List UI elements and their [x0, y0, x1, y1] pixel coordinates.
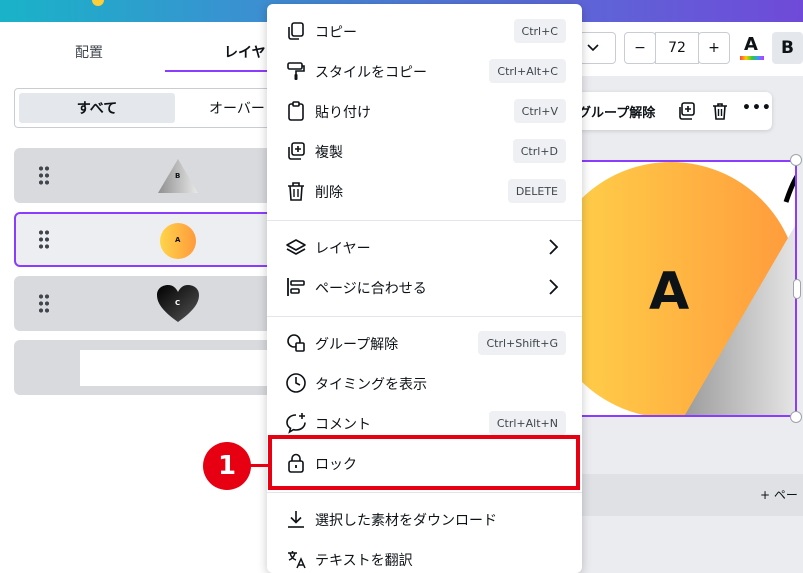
font-size-decrease-button[interactable]: −: [624, 32, 656, 64]
copy-icon: [288, 22, 304, 40]
translate-icon: [288, 551, 306, 569]
chevron-right-icon: [549, 239, 559, 255]
font-size-increase-button[interactable]: +: [698, 32, 730, 64]
menu-item-label: ページに合わせる: [315, 281, 427, 297]
ungroup-button[interactable]: グループ解除: [578, 102, 655, 121]
comment-icon: [286, 413, 306, 434]
filter-all-button[interactable]: すべて: [19, 93, 175, 123]
menu-item-label: 削除: [315, 185, 343, 201]
clock-icon: [286, 373, 306, 393]
shortcut-badge: Ctrl+Shift+G: [478, 331, 566, 355]
shortcut-badge: Ctrl+D: [512, 139, 566, 163]
menu-item-label: グループ解除: [315, 337, 399, 353]
callout-number-badge: 1: [203, 442, 251, 490]
trash-icon: [288, 182, 304, 201]
layer-item-circle[interactable]: A: [14, 212, 282, 267]
resize-handle-side[interactable]: [793, 279, 801, 299]
menu-item-label: 選択した素材をダウンロード: [315, 513, 497, 529]
layer-item-rectangle[interactable]: [14, 340, 282, 395]
clipboard-icon: [288, 101, 304, 121]
menu-item-label: 複製: [315, 145, 343, 161]
element-toolbar: グループ解除 •••: [572, 92, 772, 130]
drag-handle-icon[interactable]: [38, 165, 50, 185]
download-icon: [288, 511, 304, 528]
menu-item-delete[interactable]: 削除 DELETE: [267, 172, 582, 212]
menu-item-label: コピー: [315, 25, 357, 41]
font-size-input[interactable]: 72: [655, 32, 699, 64]
duplicate-icon[interactable]: [676, 101, 696, 121]
layer-thumb-label: B: [175, 172, 181, 180]
header-dot-icon: [92, 0, 104, 6]
menu-item-download-selected[interactable]: 選択した素材をダウンロード: [267, 500, 582, 540]
menu-item-translate-text[interactable]: テキストを翻訳: [267, 540, 582, 573]
layer-filter-segmented-control: すべて オーバー: [14, 88, 282, 128]
drag-handle-icon[interactable]: [38, 229, 50, 249]
tab-arrange[interactable]: 配置: [75, 42, 103, 62]
layer-thumb-label: A: [175, 236, 181, 244]
paint-roller-icon: [287, 62, 305, 80]
menu-divider: [267, 316, 582, 317]
layer-panel: 配置 レイヤ すべて オーバー B A C: [0, 22, 282, 573]
chevron-right-icon: [549, 279, 559, 295]
menu-item-label: レイヤー: [315, 241, 371, 257]
text-color-icon: A: [744, 34, 758, 55]
menu-item-duplicate[interactable]: 複製 Ctrl+D: [267, 132, 582, 172]
bold-button[interactable]: B: [772, 32, 803, 64]
color-strip: [740, 56, 764, 60]
canvas-letter: A: [649, 262, 690, 322]
resize-handle[interactable]: [790, 411, 802, 423]
menu-item-label: タイミングを表示: [315, 377, 427, 393]
duplicate-icon: [288, 142, 305, 160]
ungroup-icon: [287, 334, 305, 352]
tab-layer[interactable]: レイヤ: [224, 42, 266, 62]
menu-item-label: テキストを翻訳: [315, 553, 413, 569]
menu-item-show-timing[interactable]: タイミングを表示: [267, 364, 582, 404]
callout-connector: [250, 464, 268, 467]
shortcut-badge: Ctrl+V: [513, 99, 566, 123]
shortcut-badge: Ctrl+Alt+C: [489, 59, 566, 83]
menu-item-layer[interactable]: レイヤー: [267, 228, 582, 268]
trash-icon[interactable]: [710, 101, 730, 121]
menu-item-ungroup[interactable]: グループ解除 Ctrl+Shift+G: [267, 324, 582, 364]
text-color-button[interactable]: A: [740, 34, 766, 62]
resize-handle[interactable]: [790, 154, 802, 166]
shortcut-badge: Ctrl+C: [513, 19, 566, 43]
align-icon: [287, 278, 305, 296]
drag-handle-icon[interactable]: [38, 293, 50, 313]
menu-item-align-to-page[interactable]: ページに合わせる: [267, 268, 582, 308]
menu-item-label: スタイルをコピー: [315, 65, 427, 81]
shortcut-badge: DELETE: [507, 179, 566, 203]
chevron-down-icon: [586, 44, 599, 52]
rectangle-thumbnail: [80, 350, 282, 386]
shortcut-badge: Ctrl+Alt+N: [488, 411, 566, 435]
menu-item-label: コメント: [315, 417, 371, 433]
layer-thumb-label: C: [175, 299, 181, 307]
menu-divider: [267, 220, 582, 221]
menu-item-copy[interactable]: コピー Ctrl+C: [267, 12, 582, 52]
menu-item-copy-style[interactable]: スタイルをコピー Ctrl+Alt+C: [267, 52, 582, 92]
menu-divider: [267, 492, 582, 493]
more-options-icon[interactable]: •••: [742, 100, 772, 116]
callout-highlight-box: [268, 435, 580, 490]
layer-item-heart[interactable]: C: [14, 276, 282, 331]
filter-overlay-button[interactable]: オーバー: [209, 98, 265, 118]
menu-item-label: 貼り付け: [315, 105, 371, 121]
tab-active-underline: [165, 70, 282, 72]
layer-item-triangle[interactable]: B: [14, 148, 282, 203]
layers-icon: [286, 239, 306, 255]
add-page-button[interactable]: + ペー: [760, 486, 798, 503]
menu-item-paste[interactable]: 貼り付け Ctrl+V: [267, 92, 582, 132]
selected-group[interactable]: A: [574, 160, 797, 417]
